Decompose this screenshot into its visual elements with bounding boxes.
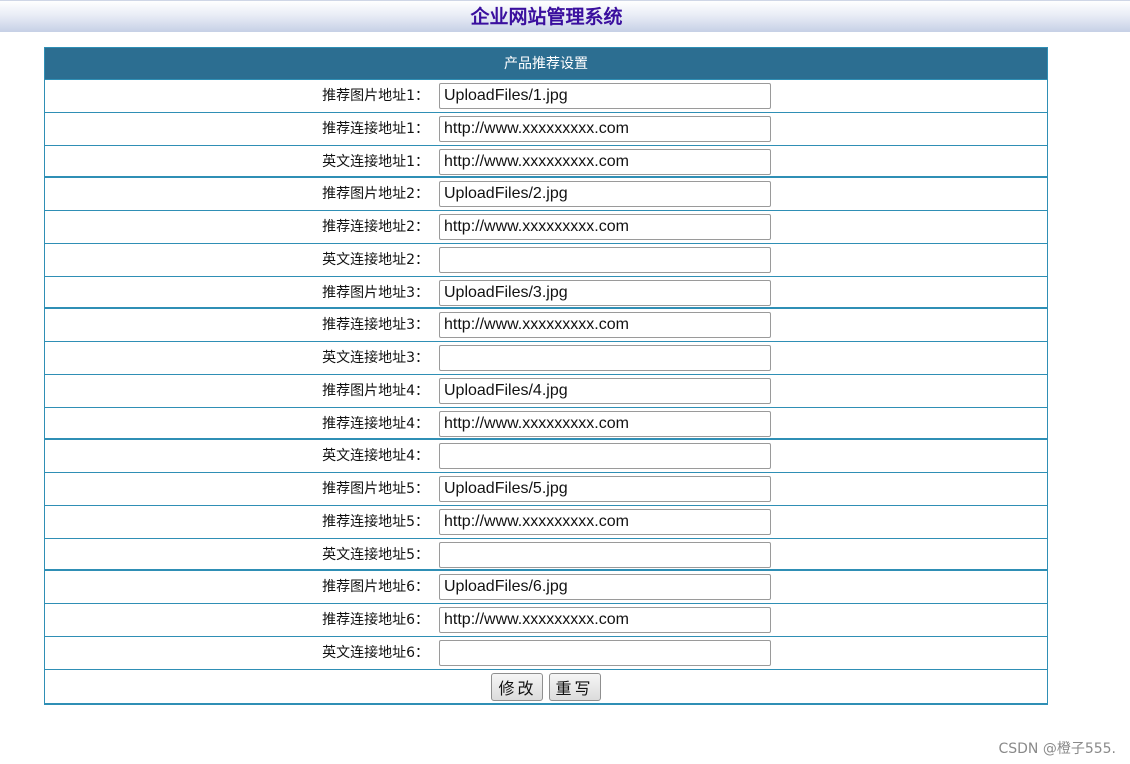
form-row: 推荐连接地址2： [45, 211, 1047, 244]
field-label: 推荐连接地址1： [322, 120, 429, 137]
field-label: 推荐图片地址1： [322, 88, 429, 104]
form-row: 英文连接地址4： [45, 440, 1047, 473]
form-row: 推荐连接地址3： [45, 309, 1047, 342]
field-label: 推荐连接地址6： [322, 612, 429, 628]
field-label: 推荐连接地址2： [322, 219, 429, 235]
english-link-url-3-input[interactable] [439, 345, 771, 371]
form-row: 推荐连接地址1： [45, 113, 1047, 146]
recommend-image-url-3-input[interactable] [439, 279, 771, 306]
field-label: 英文连接地址6： [322, 644, 429, 661]
panel-header: 产品推荐设置 [45, 48, 1047, 80]
field-label: 英文连接地址5： [322, 546, 429, 563]
form-row: 英文连接地址1： [45, 146, 1047, 179]
title-bar: 企业网站管理系统 [0, 0, 1130, 32]
product-recommend-form: 产品推荐设置 推荐图片地址1： 推荐连接地址1： 英文连接地址1： 推荐图片地址… [44, 47, 1048, 705]
submit-button[interactable]: 修改 [491, 672, 544, 701]
field-label: 推荐图片地址2： [322, 186, 429, 203]
form-row: 推荐图片地址5： [45, 473, 1047, 506]
recommend-link-url-3-input[interactable] [439, 312, 771, 339]
form-row: 英文连接地址2： [45, 244, 1047, 277]
english-link-url-6-input[interactable] [439, 639, 771, 666]
form-row: 推荐连接地址4： [45, 408, 1047, 441]
form-row: 推荐图片地址4： [45, 375, 1047, 408]
recommend-image-url-6-input[interactable] [439, 574, 771, 601]
recommend-link-url-6-input[interactable] [439, 607, 771, 633]
english-link-url-4-input[interactable] [439, 443, 771, 470]
form-row: 推荐图片地址6： [45, 571, 1047, 604]
form-row: 推荐连接地址5： [45, 506, 1047, 539]
form-row: 英文连接地址5： [45, 539, 1047, 572]
recommend-link-url-4-input[interactable] [439, 410, 771, 437]
field-label: 推荐连接地址5： [322, 513, 429, 530]
recommend-image-url-2-input[interactable] [439, 181, 771, 208]
field-label: 推荐图片地址6： [322, 579, 429, 596]
field-label: 推荐图片地址3： [322, 284, 429, 301]
english-link-url-1-input[interactable] [439, 148, 771, 175]
form-row: 推荐图片地址1： [45, 80, 1047, 113]
form-row: 推荐图片地址3： [45, 277, 1047, 310]
field-label: 英文连接地址4： [322, 448, 429, 465]
form-row: 推荐图片地址2： [45, 178, 1047, 211]
form-row: 推荐连接地址6： [45, 604, 1047, 637]
watermark: CSDN @橙子555. [998, 741, 1116, 757]
recommend-image-url-4-input[interactable] [439, 377, 771, 404]
app-title: 企业网站管理系统 [470, 6, 623, 28]
field-label: 推荐图片地址5： [322, 481, 429, 497]
form-actions: 修改 重写 [45, 670, 1047, 702]
field-label: 英文连接地址1： [322, 153, 429, 170]
recommend-link-url-5-input[interactable] [439, 508, 771, 535]
field-label: 推荐图片地址4： [322, 382, 429, 399]
field-label: 英文连接地址2： [322, 251, 429, 268]
english-link-url-5-input[interactable] [439, 541, 771, 568]
recommend-image-url-5-input[interactable] [439, 476, 771, 502]
field-label: 推荐连接地址4： [322, 415, 429, 432]
recommend-link-url-2-input[interactable] [439, 214, 771, 240]
recommend-image-url-1-input[interactable] [439, 83, 771, 109]
form-row: 英文连接地址3： [45, 342, 1047, 375]
form-row: 英文连接地址6： [45, 637, 1047, 670]
reset-button[interactable]: 重写 [548, 672, 601, 701]
english-link-url-2-input[interactable] [439, 246, 771, 273]
field-label: 英文连接地址3： [322, 350, 429, 366]
field-label: 推荐连接地址3： [322, 317, 429, 334]
recommend-link-url-1-input[interactable] [439, 115, 771, 142]
